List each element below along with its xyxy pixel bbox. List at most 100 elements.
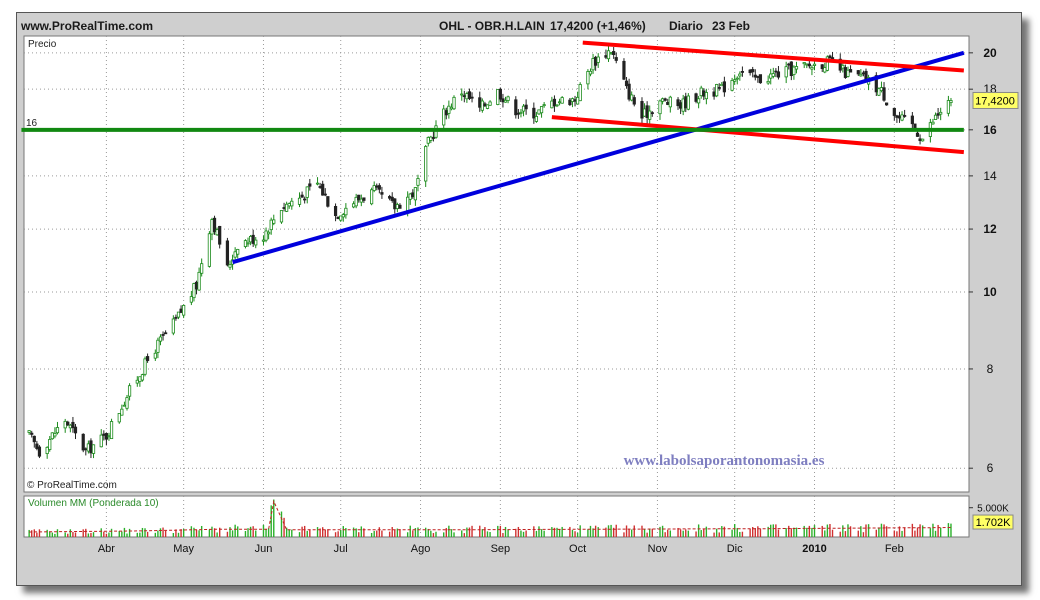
candle-body [910,115,914,125]
candle-body [233,251,237,258]
candle-body [117,413,121,423]
x-tick-label: Ago [411,543,431,555]
candle-body [478,97,482,108]
candle-body [424,146,428,182]
candle-body [828,55,832,59]
candle-body [254,239,258,246]
candle-body [269,219,273,231]
candle-body [460,93,464,96]
y-tick-label: 6 [987,461,994,475]
candle-body [488,101,492,106]
price-chart[interactable]: 20181614121086Abr May Jun Jul Ago Sep Oct Nov Di… [0,0,1040,600]
candle-body [931,121,935,125]
candle-body [107,435,111,438]
candle-body [848,69,853,73]
candle-body [498,88,502,100]
candle-body [315,182,320,185]
candle-body [596,56,600,63]
hline-label: 16 [26,118,38,129]
y-tick-label: 14 [983,169,997,183]
candle-body [145,356,150,361]
candle-body [748,69,752,74]
candle-body [480,100,484,111]
candle-body [810,66,814,70]
candle-body [501,98,505,103]
candle-body [787,63,791,66]
candle-body [771,73,775,77]
candle-body [645,105,649,118]
candle-body [903,115,907,117]
volume-y-tick-label: 5.000K [977,504,1009,515]
candle-body [879,87,884,91]
candle-body [704,92,708,100]
candle-body [279,210,284,223]
candle-body [679,102,683,109]
candle-body [915,132,920,137]
candle-body [395,204,399,209]
candle-body [794,66,799,70]
candle-body [506,96,510,101]
candle-body [900,114,904,121]
candle-body [189,296,193,303]
candle-body [784,66,788,78]
candle-body [194,281,199,290]
candle-body [684,96,688,109]
candle-body [576,96,580,105]
x-tick-label: Abr [98,543,115,555]
candle-body [895,115,899,118]
candle-body [521,105,526,112]
candle-body [614,57,618,61]
candle-body [442,108,446,126]
candle-body [537,109,541,115]
candle-body [882,87,886,101]
candle-body [388,196,392,199]
candle-body [939,111,943,115]
candle-body [467,91,472,99]
candle-body [640,101,644,119]
candle-body [176,311,181,318]
candle-body [377,185,381,190]
y-tick-label: 16 [983,123,997,137]
candle-body [722,81,726,93]
candle-body [483,103,487,107]
candle-body [514,99,518,116]
candle-body [516,112,520,115]
candle-body [735,77,739,80]
candle-body [820,64,824,70]
candle-body [524,104,528,110]
candle-body [885,102,889,106]
candle-body [264,230,268,241]
candle-body [841,64,845,69]
candle-body [333,205,338,217]
candle-body [66,421,70,426]
candle-body [50,432,54,440]
candle-body [102,433,106,436]
candle-body [212,217,217,233]
website-annotation: www.labolsaporantonomasia.es [624,453,825,469]
x-tick-label: Sep [491,543,511,555]
candle-body [720,83,724,87]
candle-body [192,283,196,299]
candle-body [429,136,433,141]
candle-body [609,52,613,54]
candle-body [702,90,706,97]
candle-body [285,203,289,212]
candle-body [712,91,716,97]
candle-body [686,95,690,110]
y-tick-label: 12 [983,222,997,236]
x-tick-label: Jul [334,543,348,555]
candle-body [843,67,848,78]
candle-body [174,316,178,319]
candle-body [125,397,129,409]
candle-body [859,73,863,77]
candle-body [946,100,951,114]
candle-body [321,183,325,196]
candle-body [594,56,598,66]
x-tick-label: 2010 [802,543,826,555]
candle-body [663,98,667,101]
x-tick-label: May [173,543,194,555]
candle-body [465,93,469,100]
candle-body [846,69,850,77]
candle-body [426,137,430,144]
candle-body [135,379,139,384]
